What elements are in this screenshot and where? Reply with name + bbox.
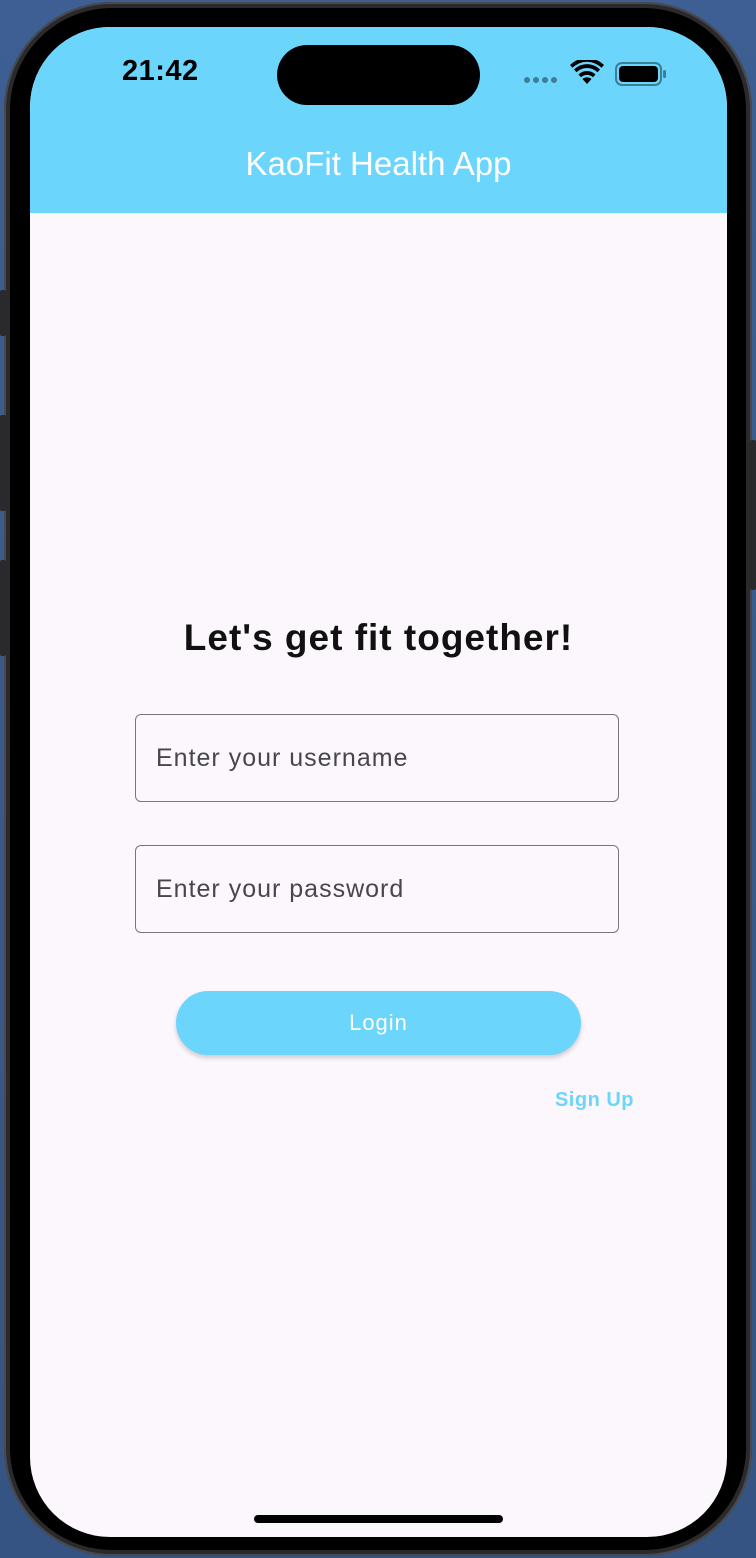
home-indicator[interactable] (254, 1515, 503, 1523)
welcome-headline: Let's get fit together! (183, 617, 574, 658)
username-input[interactable] (135, 714, 619, 802)
login-button[interactable]: Login (176, 991, 581, 1055)
cellular-signal-icon (524, 77, 557, 83)
volume-up-button (0, 415, 6, 511)
status-time: 21:42 (122, 55, 199, 87)
dynamic-island (277, 45, 480, 105)
volume-down-button (0, 560, 6, 656)
battery-icon (615, 62, 666, 86)
app-bar: 21:42 KaoFit Health App (30, 27, 727, 213)
action-button (0, 290, 6, 336)
password-input[interactable] (135, 845, 619, 933)
wifi-icon (570, 60, 604, 84)
power-button (750, 440, 756, 590)
sign-up-link[interactable]: Sign Up (538, 1089, 634, 1112)
app-title: KaoFit Health App (245, 145, 512, 182)
phone-screen: 21:42 KaoFit Health App Let's get fit to… (30, 27, 727, 1537)
